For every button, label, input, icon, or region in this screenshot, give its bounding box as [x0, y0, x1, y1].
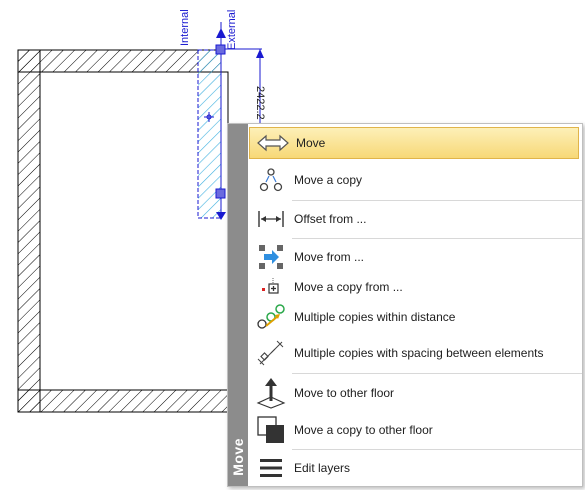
grip-bottom[interactable] [215, 188, 226, 199]
menu-item-label: Edit layers [294, 461, 351, 475]
menu-separator [292, 373, 582, 374]
menu-item-move-a-copy-to-other-floor[interactable]: Move a copy to other floor [248, 412, 582, 448]
external-label: External [226, 9, 238, 50]
menu-item-move-a-copy[interactable]: Move a copy [248, 164, 582, 196]
wall-structure [17, 49, 229, 413]
move-floor-icon [248, 376, 294, 410]
copy-nodes-icon [248, 164, 294, 196]
menu-item-label: Move a copy from ... [294, 280, 403, 294]
grip-top[interactable] [215, 44, 226, 55]
menu-item-label: Multiple copies within distance [294, 310, 456, 324]
menu-item-multiple-copies-distance[interactable]: Multiple copies within distance [248, 302, 582, 332]
multiple-copies-spacing-icon [248, 336, 294, 370]
move-from-icon [248, 242, 294, 272]
copy-from-icon [248, 272, 294, 302]
copy-floor-icon [248, 412, 294, 448]
menu-item-label: Move a copy to other floor [294, 423, 433, 437]
menu-title-strip: Move [228, 124, 248, 486]
dimension-value: 2422.2 [254, 86, 266, 120]
menu-separator [292, 238, 582, 239]
menu-item-label: Move [296, 136, 326, 150]
menu-item-move-a-copy-from[interactable]: Move a copy from ... [248, 272, 582, 302]
context-menu: Move Move Move a copy Offset from ... Mo… [227, 123, 583, 487]
menu-item-edit-layers[interactable]: Edit layers [248, 452, 582, 484]
menu-item-label: Move a copy [294, 173, 363, 187]
arrow-up-icon [216, 28, 226, 38]
multiple-copies-distance-icon [248, 302, 294, 332]
menu-item-move[interactable]: Move [249, 127, 579, 159]
double-arrow-icon [250, 128, 296, 158]
menu-item-label: Move to other floor [294, 386, 395, 400]
menu-item-move-from[interactable]: Move from ... [248, 242, 582, 272]
offset-icon [248, 204, 294, 234]
layers-icon [248, 452, 294, 484]
menu-item-move-to-other-floor[interactable]: Move to other floor [248, 376, 582, 410]
menu-item-label: Multiple copies with spacing between ele… [294, 346, 544, 360]
internal-label: Internal [179, 9, 191, 46]
menu-title: Move [230, 438, 246, 476]
menu-separator [292, 449, 582, 450]
menu-item-multiple-copies-spacing[interactable]: Multiple copies with spacing between ele… [248, 336, 582, 370]
menu-separator [292, 200, 582, 201]
menu-item-label: Move from ... [294, 250, 365, 264]
menu-item-label: Offset from ... [294, 212, 367, 226]
menu-item-offset-from[interactable]: Offset from ... [248, 204, 582, 234]
